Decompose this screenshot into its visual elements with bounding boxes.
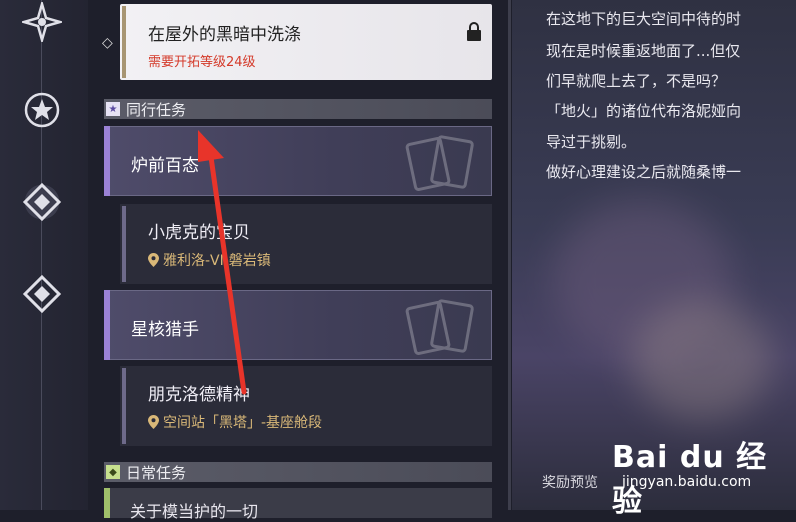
location-text: 雅利洛-VI-磐岩镇 xyxy=(163,253,271,269)
cards-emblem-icon xyxy=(405,135,474,191)
mission-group-label: 炉前百态 xyxy=(131,156,199,176)
lock-icon xyxy=(467,22,481,41)
nav-rail xyxy=(0,0,88,510)
mission-accent-bar xyxy=(104,290,110,360)
rail-connector-line xyxy=(41,0,42,510)
section-header-daily: ◆ 日常任务 xyxy=(104,462,492,482)
section-label: 日常任务 xyxy=(126,463,187,482)
description-line: 做好心理建设之后就随桑博一 xyxy=(546,163,742,181)
mission-group-card[interactable]: 星核猎手 xyxy=(104,290,492,360)
location-text: 空间站「黑塔」-基座舱段 xyxy=(163,415,323,431)
mission-list: ◇ 在屋外的黑暗中洗涤 需要开拓等级24级 ★ 同行任务 炉前百态 小虎克的宝贝… xyxy=(100,0,495,521)
description-line: 现在是时候重返地面了...但仅 xyxy=(546,42,741,60)
mission-title: 朋克洛德精神 xyxy=(148,385,250,405)
baidu-watermark: Bai du 经验 jingyan.baidu.com xyxy=(612,432,796,520)
description-line: 导过于挑剔。 xyxy=(546,133,637,151)
mission-accent-bar xyxy=(122,368,126,444)
reward-preview-label[interactable]: 奖励预览 xyxy=(542,472,598,492)
diamond-quest-icon[interactable] xyxy=(20,180,64,224)
location-pin-icon xyxy=(148,415,159,429)
mission-group-card[interactable]: 关于模当护的一切 xyxy=(104,488,492,521)
section-label: 同行任务 xyxy=(126,100,187,119)
star-badge-icon: ★ xyxy=(106,102,120,116)
mission-accent-bar xyxy=(104,488,110,518)
location-pin-icon xyxy=(148,253,159,267)
mission-title: 小虎克的宝贝 xyxy=(148,223,250,243)
diamond-badge-icon: ◆ xyxy=(106,465,120,479)
mission-item-card[interactable]: 朋克洛德精神 空间站「黑塔」-基座舱段 xyxy=(120,366,492,446)
description-line: 们早就爬上去了，不是吗？ xyxy=(546,72,727,90)
locked-mission-card[interactable]: 在屋外的黑暗中洗涤 需要开拓等级24级 xyxy=(120,4,492,80)
mission-location: 雅利洛-VI-磐岩镇 xyxy=(148,250,271,270)
compass-star-icon[interactable] xyxy=(20,0,64,44)
mission-location: 空间站「黑塔」-基座舱段 xyxy=(148,412,322,432)
mission-accent-bar xyxy=(122,206,126,282)
mission-group-label: 关于模当护的一切 xyxy=(130,502,259,521)
description-line: 「地火」的诸位代布洛妮娅向 xyxy=(546,102,742,120)
diamond-quest-icon[interactable] xyxy=(20,272,64,316)
mission-accent-bar xyxy=(122,6,126,78)
description-line: 在这地下的巨大空间中待的时 xyxy=(546,10,742,28)
mission-accent-bar xyxy=(104,126,110,196)
mission-group-card[interactable]: 炉前百态 xyxy=(104,126,492,196)
mission-group-label: 星核猎手 xyxy=(131,320,199,340)
mission-requirement: 需要开拓等级24级 xyxy=(148,55,256,70)
track-marker-icon: ◇ xyxy=(102,35,113,51)
star-badge-icon[interactable] xyxy=(20,88,64,132)
watermark-url: jingyan.baidu.com xyxy=(622,474,752,490)
section-header-companion: ★ 同行任务 xyxy=(104,99,492,119)
cards-emblem-icon xyxy=(405,299,474,355)
mission-title: 在屋外的黑暗中洗涤 xyxy=(148,25,301,45)
panel-divider xyxy=(508,0,511,510)
mission-item-card[interactable]: 小虎克的宝贝 雅利洛-VI-磐岩镇 xyxy=(120,204,492,284)
